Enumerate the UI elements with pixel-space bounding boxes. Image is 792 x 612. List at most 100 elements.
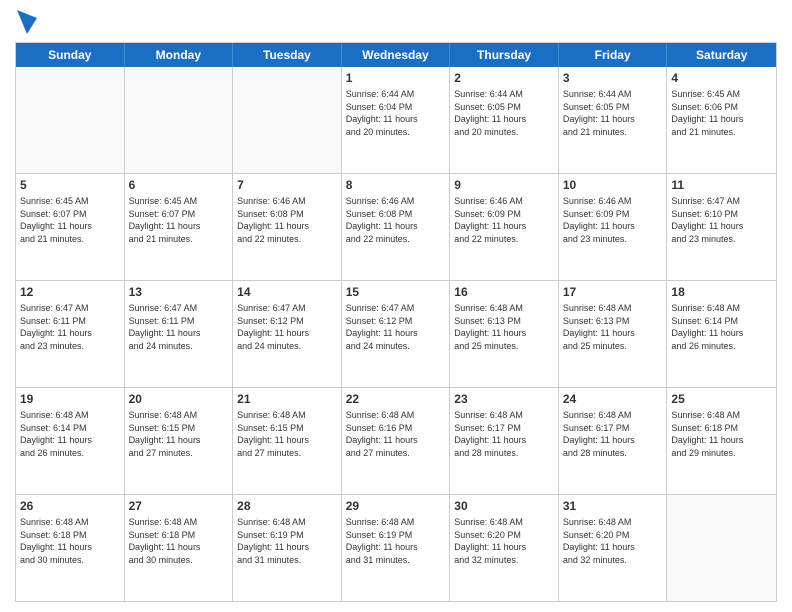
cell-details: Sunrise: 6:48 AM Sunset: 6:17 PM Dayligh… [563, 409, 663, 459]
cell-details: Sunrise: 6:48 AM Sunset: 6:20 PM Dayligh… [454, 516, 554, 566]
day-number: 13 [129, 284, 229, 300]
cell-details: Sunrise: 6:48 AM Sunset: 6:18 PM Dayligh… [20, 516, 120, 566]
empty-cell [667, 495, 776, 601]
calendar-cell: 5 Sunrise: 6:45 AM Sunset: 6:07 PM Daylig… [16, 174, 125, 280]
day-number: 12 [20, 284, 120, 300]
calendar-cell: 3Sunrise: 6:44 AM Sunset: 6:05 PM Daylig… [559, 67, 668, 173]
calendar-row: 5 Sunrise: 6:45 AM Sunset: 6:07 PM Daylig… [16, 174, 776, 281]
calendar-cell: 2 Sunrise: 6:44 AM Sunset: 6:05 PM Daylig… [450, 67, 559, 173]
cell-details: Sunrise: 6:46 AM Sunset: 6:09 PM Dayligh… [563, 195, 663, 245]
cell-details: Sunrise: 6:44 AM Sunset: 6:05 PM Dayligh… [454, 88, 554, 138]
empty-cell [233, 67, 342, 173]
calendar-cell: 4 Sunrise: 6:45 AM Sunset: 6:06 PM Daylig… [667, 67, 776, 173]
day-number: 14 [237, 284, 337, 300]
day-number: 8 [346, 177, 446, 193]
cell-details: Sunrise: 6:48 AM Sunset: 6:13 PM Dayligh… [563, 302, 663, 352]
cell-details: Sunrise: 6:46 AM Sunset: 6:08 PM Dayligh… [346, 195, 446, 245]
logo-icon [17, 10, 37, 34]
cell-details: Sunrise: 6:45 AM Sunset: 6:06 PM Dayligh… [671, 88, 772, 138]
calendar-cell: 29 Sunrise: 6:48 AM Sunset: 6:19 PM Dayli… [342, 495, 451, 601]
day-number: 2 [454, 70, 554, 86]
calendar-cell: 7 Sunrise: 6:46 AM Sunset: 6:08 PM Daylig… [233, 174, 342, 280]
day-number: 20 [129, 391, 229, 407]
day-number: 19 [20, 391, 120, 407]
calendar-row: 1Sunrise: 6:44 AM Sunset: 6:04 PM Daylig… [16, 67, 776, 174]
calendar-cell: 20 Sunrise: 6:48 AM Sunset: 6:15 PM Dayli… [125, 388, 234, 494]
day-number: 6 [129, 177, 229, 193]
calendar-cell: 22 Sunrise: 6:48 AM Sunset: 6:16 PM Dayli… [342, 388, 451, 494]
cell-details: Sunrise: 6:47 AM Sunset: 6:12 PM Dayligh… [237, 302, 337, 352]
cell-details: Sunrise: 6:47 AM Sunset: 6:12 PM Dayligh… [346, 302, 446, 352]
logo [15, 10, 37, 34]
day-number: 7 [237, 177, 337, 193]
day-number: 26 [20, 498, 120, 514]
cell-details: Sunrise: 6:48 AM Sunset: 6:16 PM Dayligh… [346, 409, 446, 459]
cell-details: Sunrise: 6:45 AM Sunset: 6:07 PM Dayligh… [20, 195, 120, 245]
cell-details: Sunrise: 6:48 AM Sunset: 6:17 PM Dayligh… [454, 409, 554, 459]
calendar-body: 1Sunrise: 6:44 AM Sunset: 6:04 PM Daylig… [16, 67, 776, 601]
day-number: 30 [454, 498, 554, 514]
day-number: 21 [237, 391, 337, 407]
cell-details: Sunrise: 6:46 AM Sunset: 6:09 PM Dayligh… [454, 195, 554, 245]
day-number: 17 [563, 284, 663, 300]
day-number: 11 [671, 177, 772, 193]
cell-details: Sunrise: 6:48 AM Sunset: 6:15 PM Dayligh… [129, 409, 229, 459]
calendar-cell: 19 Sunrise: 6:48 AM Sunset: 6:14 PM Dayli… [16, 388, 125, 494]
day-number: 16 [454, 284, 554, 300]
day-number: 24 [563, 391, 663, 407]
calendar-cell: 25Sunrise: 6:48 AM Sunset: 6:18 PM Dayli… [667, 388, 776, 494]
calendar-cell: 24 Sunrise: 6:48 AM Sunset: 6:17 PM Dayli… [559, 388, 668, 494]
cell-details: Sunrise: 6:48 AM Sunset: 6:19 PM Dayligh… [237, 516, 337, 566]
calendar-cell: 1Sunrise: 6:44 AM Sunset: 6:04 PM Daylig… [342, 67, 451, 173]
cell-details: Sunrise: 6:48 AM Sunset: 6:20 PM Dayligh… [563, 516, 663, 566]
weekday-header: Thursday [450, 43, 559, 67]
day-number: 29 [346, 498, 446, 514]
calendar-cell: 12 Sunrise: 6:47 AM Sunset: 6:11 PM Dayli… [16, 281, 125, 387]
day-number: 9 [454, 177, 554, 193]
day-number: 15 [346, 284, 446, 300]
cell-details: Sunrise: 6:48 AM Sunset: 6:19 PM Dayligh… [346, 516, 446, 566]
day-number: 27 [129, 498, 229, 514]
calendar-cell: 15 Sunrise: 6:47 AM Sunset: 6:12 PM Dayli… [342, 281, 451, 387]
cell-details: Sunrise: 6:45 AM Sunset: 6:07 PM Dayligh… [129, 195, 229, 245]
day-number: 31 [563, 498, 663, 514]
calendar-cell: 14 Sunrise: 6:47 AM Sunset: 6:12 PM Dayli… [233, 281, 342, 387]
cell-details: Sunrise: 6:47 AM Sunset: 6:11 PM Dayligh… [20, 302, 120, 352]
calendar-cell: 9 Sunrise: 6:46 AM Sunset: 6:09 PM Daylig… [450, 174, 559, 280]
calendar-cell: 18 Sunrise: 6:48 AM Sunset: 6:14 PM Dayli… [667, 281, 776, 387]
calendar-header: SundayMondayTuesdayWednesdayThursdayFrid… [16, 43, 776, 67]
calendar-cell: 13 Sunrise: 6:47 AM Sunset: 6:11 PM Dayli… [125, 281, 234, 387]
weekday-header: Saturday [667, 43, 776, 67]
day-number: 5 [20, 177, 120, 193]
day-number: 3 [563, 70, 663, 86]
cell-details: Sunrise: 6:48 AM Sunset: 6:15 PM Dayligh… [237, 409, 337, 459]
day-number: 10 [563, 177, 663, 193]
cell-details: Sunrise: 6:44 AM Sunset: 6:04 PM Dayligh… [346, 88, 446, 138]
weekday-header: Sunday [16, 43, 125, 67]
calendar-cell: 21 Sunrise: 6:48 AM Sunset: 6:15 PM Dayli… [233, 388, 342, 494]
cell-details: Sunrise: 6:47 AM Sunset: 6:11 PM Dayligh… [129, 302, 229, 352]
calendar-cell: 17 Sunrise: 6:48 AM Sunset: 6:13 PM Dayli… [559, 281, 668, 387]
calendar-cell: 27 Sunrise: 6:48 AM Sunset: 6:18 PM Dayli… [125, 495, 234, 601]
cell-details: Sunrise: 6:48 AM Sunset: 6:18 PM Dayligh… [129, 516, 229, 566]
day-number: 18 [671, 284, 772, 300]
calendar-cell: 26 Sunrise: 6:48 AM Sunset: 6:18 PM Dayli… [16, 495, 125, 601]
calendar-cell: 10 Sunrise: 6:46 AM Sunset: 6:09 PM Dayli… [559, 174, 668, 280]
weekday-header: Wednesday [342, 43, 451, 67]
cell-details: Sunrise: 6:47 AM Sunset: 6:10 PM Dayligh… [671, 195, 772, 245]
calendar-cell: 31 Sunrise: 6:48 AM Sunset: 6:20 PM Dayli… [559, 495, 668, 601]
calendar-cell: 16 Sunrise: 6:48 AM Sunset: 6:13 PM Dayli… [450, 281, 559, 387]
cell-details: Sunrise: 6:46 AM Sunset: 6:08 PM Dayligh… [237, 195, 337, 245]
calendar-row: 19 Sunrise: 6:48 AM Sunset: 6:14 PM Dayli… [16, 388, 776, 495]
empty-cell [125, 67, 234, 173]
calendar-cell: 28Sunrise: 6:48 AM Sunset: 6:19 PM Dayli… [233, 495, 342, 601]
cell-details: Sunrise: 6:48 AM Sunset: 6:14 PM Dayligh… [20, 409, 120, 459]
calendar-cell: 30 Sunrise: 6:48 AM Sunset: 6:20 PM Dayli… [450, 495, 559, 601]
cell-details: Sunrise: 6:48 AM Sunset: 6:14 PM Dayligh… [671, 302, 772, 352]
day-number: 4 [671, 70, 772, 86]
calendar-row: 26 Sunrise: 6:48 AM Sunset: 6:18 PM Dayli… [16, 495, 776, 601]
calendar-cell: 8 Sunrise: 6:46 AM Sunset: 6:08 PM Daylig… [342, 174, 451, 280]
day-number: 22 [346, 391, 446, 407]
cell-details: Sunrise: 6:48 AM Sunset: 6:13 PM Dayligh… [454, 302, 554, 352]
calendar: SundayMondayTuesdayWednesdayThursdayFrid… [15, 42, 777, 602]
